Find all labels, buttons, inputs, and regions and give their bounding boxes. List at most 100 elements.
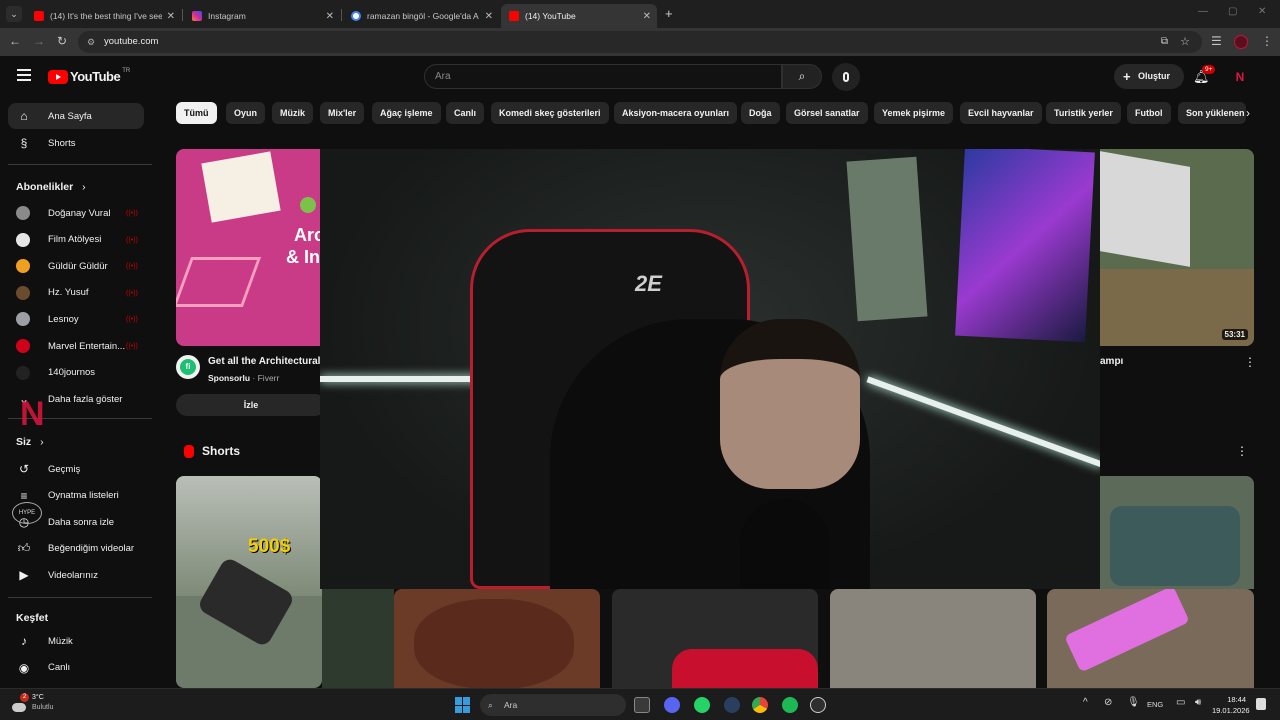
- notification-center-icon[interactable]: [1256, 698, 1266, 710]
- chrome-icon[interactable]: [752, 697, 768, 713]
- tab-search-icon[interactable]: ⌄: [6, 6, 22, 22]
- steam-icon[interactable]: [724, 697, 740, 713]
- chip-3[interactable]: Mix'ler: [320, 102, 365, 124]
- poster-left-picture: [846, 156, 928, 322]
- install-app-icon[interactable]: ⧉: [1161, 31, 1168, 53]
- sidebar-item-video[interactable]: ▶ Videolarınız: [8, 562, 144, 588]
- chip-7[interactable]: Aksiyon-macera oyunları: [614, 102, 738, 124]
- sidebar-sub-0[interactable]: Doğanay Vural ((•)): [8, 200, 144, 226]
- weather-widget[interactable]: 2 3°C Bulutlu: [12, 693, 53, 713]
- chips-next-icon[interactable]: ›: [1246, 106, 1250, 120]
- sidebar-item-like[interactable]: 👍︎ Beğendiğim videolar: [8, 536, 144, 562]
- whatsapp-icon[interactable]: [694, 697, 710, 713]
- subscriptions-heading[interactable]: Abonelikler ›: [16, 181, 86, 193]
- video-thumbnail-right[interactable]: 53:31: [1100, 149, 1254, 346]
- close-tab-icon[interactable]: ✕: [167, 11, 175, 22]
- search-input[interactable]: Ara: [424, 64, 782, 89]
- new-tab-button[interactable]: +: [665, 6, 673, 21]
- advertiser-avatar[interactable]: fi: [176, 355, 200, 379]
- chip-13[interactable]: Futbol: [1127, 102, 1171, 124]
- bookmark-star-icon[interactable]: ☆: [1180, 31, 1190, 53]
- account-avatar[interactable]: N: [1232, 69, 1248, 85]
- close-tab-icon[interactable]: ✕: [326, 11, 334, 22]
- taskbar-search-placeholder: Ara: [504, 700, 518, 710]
- language-indicator[interactable]: ENG: [1147, 700, 1163, 709]
- media-control-icon[interactable]: ☰: [1211, 34, 1222, 48]
- minimize-button[interactable]: —: [1198, 6, 1208, 17]
- you-heading[interactable]: Siz ›: [16, 436, 44, 448]
- tray-mic-icon[interactable]: 🎙︎: [1127, 697, 1140, 708]
- tab-3[interactable]: ramazan bingöl - Google'da Ar ✕: [343, 4, 499, 28]
- start-button[interactable]: [455, 697, 471, 713]
- sidebar-sub-3[interactable]: Hz. Yusuf ((•)): [8, 280, 144, 306]
- close-tab-icon[interactable]: ✕: [485, 11, 493, 22]
- url-field[interactable]: ⚙ youtube.com ⧉ ☆: [78, 31, 1202, 53]
- short-thumbnail-4[interactable]: [830, 589, 1036, 688]
- spotify-icon[interactable]: [782, 697, 798, 713]
- taskbar-search[interactable]: ⌕ Ara: [480, 694, 626, 716]
- ad-title[interactable]: Get all the Architectural: [208, 356, 320, 367]
- create-button[interactable]: + Oluştur: [1114, 64, 1184, 89]
- search-button[interactable]: ⌕: [782, 64, 822, 89]
- tab-2[interactable]: Instagram ✕: [184, 4, 340, 28]
- chip-11[interactable]: Evcil hayvanlar: [960, 102, 1042, 124]
- short-thumbnail-5[interactable]: [1047, 589, 1254, 688]
- you-title: Siz: [16, 436, 32, 448]
- sidebar-item-history[interactable]: ↺ Geçmiş: [8, 456, 144, 482]
- reload-icon[interactable]: ↻: [57, 34, 67, 48]
- sidebar-item-label: Film Atölyesi: [48, 234, 102, 246]
- notifications-button[interactable]: 🔔︎ 9+: [1193, 65, 1216, 84]
- sidebar-item-live[interactable]: ◉ Canlı: [8, 655, 144, 681]
- chip-8[interactable]: Doğa: [741, 102, 780, 124]
- sidebar-sub-4[interactable]: Lesnoy ((•)): [8, 306, 144, 332]
- short-thumbnail-1[interactable]: 500$: [176, 476, 322, 688]
- chip-10[interactable]: Yemek pişirme: [874, 102, 954, 124]
- sidebar-sub-5[interactable]: Marvel Entertain... ((•)): [8, 333, 144, 359]
- sidebar-item-music[interactable]: ♪ Müzik: [8, 628, 144, 654]
- channel-avatar: [16, 206, 30, 220]
- short-thumbnail-7[interactable]: [322, 589, 394, 688]
- maximize-button[interactable]: ▢: [1228, 6, 1237, 17]
- short-thumbnail-3[interactable]: [612, 589, 818, 688]
- video-title-fragment[interactable]: ampı: [1100, 356, 1123, 367]
- sidebar-sub-1[interactable]: Film Atölyesi ((•)): [8, 227, 144, 253]
- volume-icon[interactable]: 🔊︎: [1195, 697, 1201, 708]
- network-icon[interactable]: ▭: [1176, 697, 1185, 708]
- sidebar-item-home[interactable]: ⌂ Ana Sayfa: [8, 103, 144, 129]
- ad-watch-button[interactable]: İzle: [176, 394, 326, 416]
- chip-14[interactable]: Son yüklenen: [1178, 102, 1246, 124]
- close-tab-icon[interactable]: ✕: [643, 11, 651, 22]
- chip-0[interactable]: Tümü: [176, 102, 217, 124]
- chip-4[interactable]: Ağaç işleme: [372, 102, 441, 124]
- chip-5[interactable]: Canlı: [446, 102, 485, 124]
- chip-2[interactable]: Müzik: [272, 102, 314, 124]
- browser-tab-bar: ⌄ (14) It's the best thing I've seen ✕ I…: [0, 0, 1280, 28]
- menu-icon[interactable]: ⋮: [1261, 34, 1273, 48]
- close-window-button[interactable]: ✕: [1258, 6, 1266, 17]
- forward-icon[interactable]: →: [33, 34, 45, 48]
- obs-icon[interactable]: [810, 697, 826, 713]
- tray-app-icon[interactable]: ⊘: [1104, 697, 1112, 708]
- shorts-menu-icon[interactable]: ⋮: [1236, 444, 1248, 458]
- sidebar-sub-6[interactable]: 140journos: [8, 360, 144, 386]
- chip-12[interactable]: Turistik yerler: [1046, 102, 1121, 124]
- tab-1[interactable]: (14) It's the best thing I've seen ✕: [26, 4, 181, 28]
- discord-icon[interactable]: [664, 697, 680, 713]
- sidebar-item-shorts[interactable]: § Shorts: [8, 130, 144, 156]
- site-info-icon[interactable]: ⚙: [87, 31, 95, 53]
- clock[interactable]: 18:44 19.01.2026: [1212, 694, 1250, 716]
- live-indicator-icon: ((•)): [126, 210, 138, 217]
- short-thumbnail-2[interactable]: [394, 589, 600, 688]
- sidebar-sub-2[interactable]: Güldür Güldür ((•)): [8, 253, 144, 279]
- chip-6[interactable]: Komedi skeç gösterileri: [491, 102, 609, 124]
- task-view-icon[interactable]: [634, 697, 650, 713]
- short-thumbnail-6[interactable]: [1100, 476, 1254, 589]
- chip-9[interactable]: Görsel sanatlar: [786, 102, 868, 124]
- more-options-icon[interactable]: ⋮: [1244, 355, 1256, 369]
- voice-search-button[interactable]: [832, 63, 860, 91]
- tab-4-active[interactable]: (14) YouTube ✕: [501, 4, 657, 28]
- tray-overflow-icon[interactable]: ^: [1083, 697, 1088, 708]
- chip-1[interactable]: Oyun: [226, 102, 266, 124]
- back-icon[interactable]: ←: [9, 34, 21, 48]
- profile-avatar[interactable]: [1234, 35, 1248, 49]
